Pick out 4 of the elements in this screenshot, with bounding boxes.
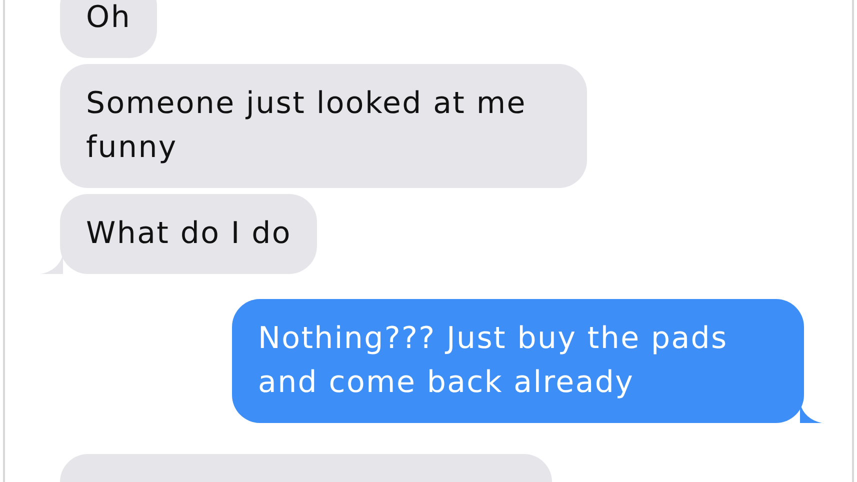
- message-bubble: Oh: [60, 0, 158, 58]
- message-bubble: What do I do: [60, 194, 318, 274]
- message-bubble: Nothing??? Just buy the pads and come back already: [232, 299, 804, 423]
- message-bubble: Someone just looked at me funny: [60, 64, 587, 188]
